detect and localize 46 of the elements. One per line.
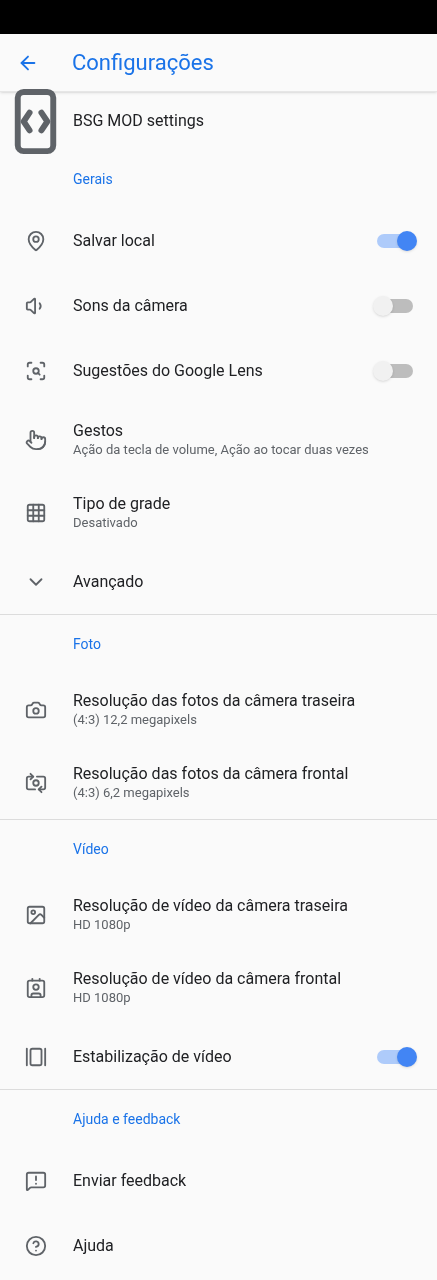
settings-item[interactable]: Salvar local <box>0 208 437 273</box>
front-camera-icon <box>24 771 47 794</box>
settings-item[interactable]: Tipo de grade Desativado <box>0 476 437 549</box>
item-subtitle: (4:3) 12,2 megapixels <box>73 710 198 729</box>
item-title: Sons da câmera <box>73 295 189 316</box>
item-title: Ajuda <box>73 1235 115 1256</box>
item-title: Estabilização de vídeo <box>73 1046 233 1067</box>
settings-item[interactable]: Enviar feedback <box>0 1148 437 1213</box>
item-title: Avançado <box>73 571 145 592</box>
feedback-icon <box>24 1169 47 1192</box>
item-title: Gestos <box>73 420 125 441</box>
hand-pointer-icon <box>24 428 47 451</box>
item-subtitle: (4:3) 6,2 megapixels <box>73 783 191 802</box>
lens-icon <box>24 359 47 382</box>
item-title: Resolução de vídeo da câmera frontal <box>73 968 343 989</box>
help-icon <box>24 1234 47 1257</box>
item-title: Enviar feedback <box>73 1170 188 1191</box>
settings-item[interactable]: BSG MOD settings <box>0 92 437 150</box>
settings-item[interactable]: Resolução das fotos da câmera traseira (4:3) 12,2 megapixels <box>0 673 437 746</box>
stabilization-icon <box>24 1045 47 1068</box>
settings-item[interactable]: Resolução de vídeo da câmera frontal HD 1080p <box>0 951 437 1024</box>
settings-item[interactable]: Gestos Ação da tecla de volume, Ação ao tocar duas vezes <box>0 403 437 476</box>
item-title: Resolução de vídeo da câmera traseira <box>73 895 349 916</box>
item-subtitle: Desativado <box>73 513 139 532</box>
item-subtitle: HD 1080p <box>73 915 132 934</box>
item-title: Salvar local <box>73 230 156 251</box>
page-title: Configurações <box>72 49 214 77</box>
settings-item[interactable]: Sons da câmera <box>0 273 437 338</box>
section-header: Vídeo <box>73 839 109 859</box>
section-header: Gerais <box>73 169 113 189</box>
settings-item[interactable]: Resolução de vídeo da câmera traseira HD 1080p <box>0 878 437 951</box>
item-title: Resolução das fotos da câmera traseira <box>73 690 357 711</box>
item-title: Sugestões do Google Lens <box>73 360 264 381</box>
item-title: BSG MOD settings <box>73 111 205 131</box>
item-subtitle: Ação da tecla de volume, Ação ao tocar duas vezes <box>73 440 370 459</box>
section-header: Ajuda e feedback <box>73 1109 181 1129</box>
section-header: Foto <box>73 634 101 654</box>
settings-item[interactable]: Ajuda <box>0 1213 437 1278</box>
settings-item[interactable]: Estabilização de vídeo <box>0 1024 437 1089</box>
item-title: Resolução das fotos da câmera frontal <box>73 763 350 784</box>
grid-icon <box>24 501 47 524</box>
item-subtitle: HD 1080p <box>73 988 132 1007</box>
settings-item[interactable]: Avançado <box>0 549 437 614</box>
settings-item[interactable]: Sugestões do Google Lens <box>0 338 437 403</box>
settings-item[interactable]: Resolução das fotos da câmera frontal (4:3) 6,2 megapixels <box>0 746 437 819</box>
item-title: Tipo de grade <box>73 493 172 514</box>
